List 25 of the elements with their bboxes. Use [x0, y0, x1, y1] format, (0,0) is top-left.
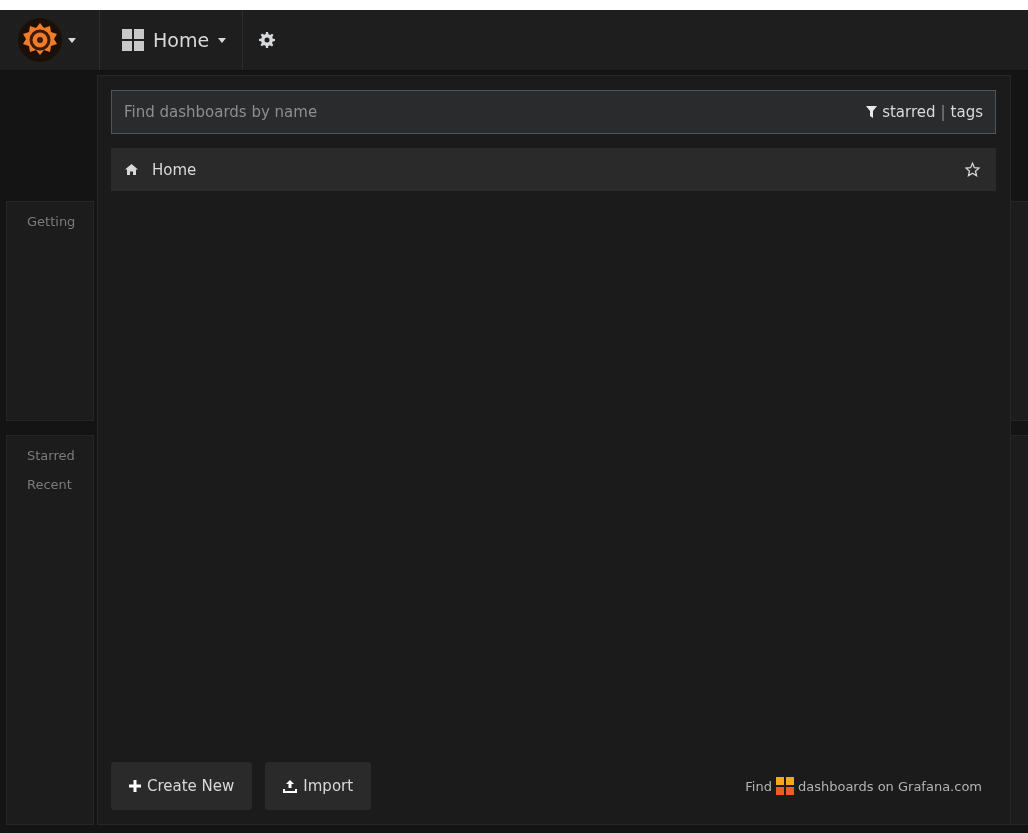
- panel-title: Recent: [27, 477, 73, 492]
- search-field[interactable]: Find dashboards by name starred | tags: [111, 90, 996, 134]
- grafana-link[interactable]: dashboards on Grafana.com: [797, 778, 982, 794]
- create-new-button[interactable]: Create New: [111, 762, 253, 810]
- dashboard-result[interactable]: Home: [111, 148, 996, 191]
- home-icon: [125, 164, 138, 175]
- caret-icon: [68, 37, 76, 43]
- panel-title: Getting: [27, 214, 77, 229]
- filter-icon: [866, 106, 878, 118]
- separator: |: [940, 103, 946, 121]
- starred-filter-link[interactable]: starred: [882, 103, 936, 121]
- grid-icon: [775, 777, 794, 795]
- dashboard-picker[interactable]: Home: [100, 10, 244, 70]
- import-button[interactable]: Import: [265, 762, 372, 810]
- plus-icon: [129, 780, 141, 792]
- star-icon[interactable]: [965, 162, 980, 177]
- upload-icon: [283, 779, 298, 793]
- result-title: Home: [152, 160, 198, 179]
- settings-icon: [259, 32, 276, 48]
- footer-text: Find: [745, 778, 772, 794]
- logo-icon[interactable]: [18, 18, 62, 62]
- grid-icon: [122, 29, 144, 51]
- tags-filter-link[interactable]: tags: [950, 103, 983, 121]
- panel-title: Starred: [27, 448, 76, 463]
- caret-icon: [218, 37, 227, 43]
